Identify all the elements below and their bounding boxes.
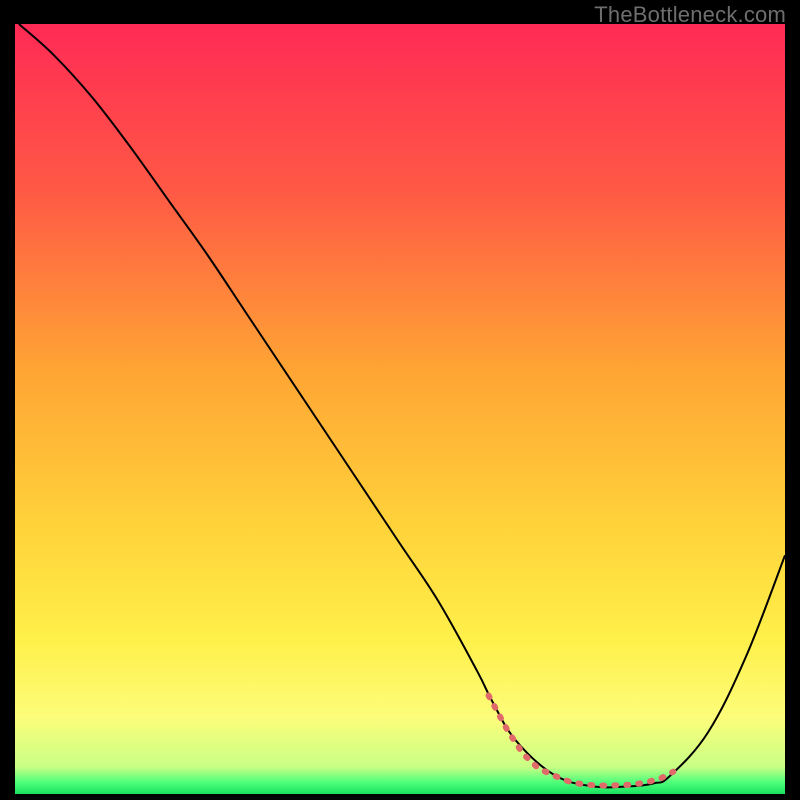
chart-stage: TheBottleneck.com <box>0 0 800 800</box>
chart-background <box>15 24 785 794</box>
plot-area <box>15 24 785 794</box>
chart-svg <box>15 24 785 794</box>
